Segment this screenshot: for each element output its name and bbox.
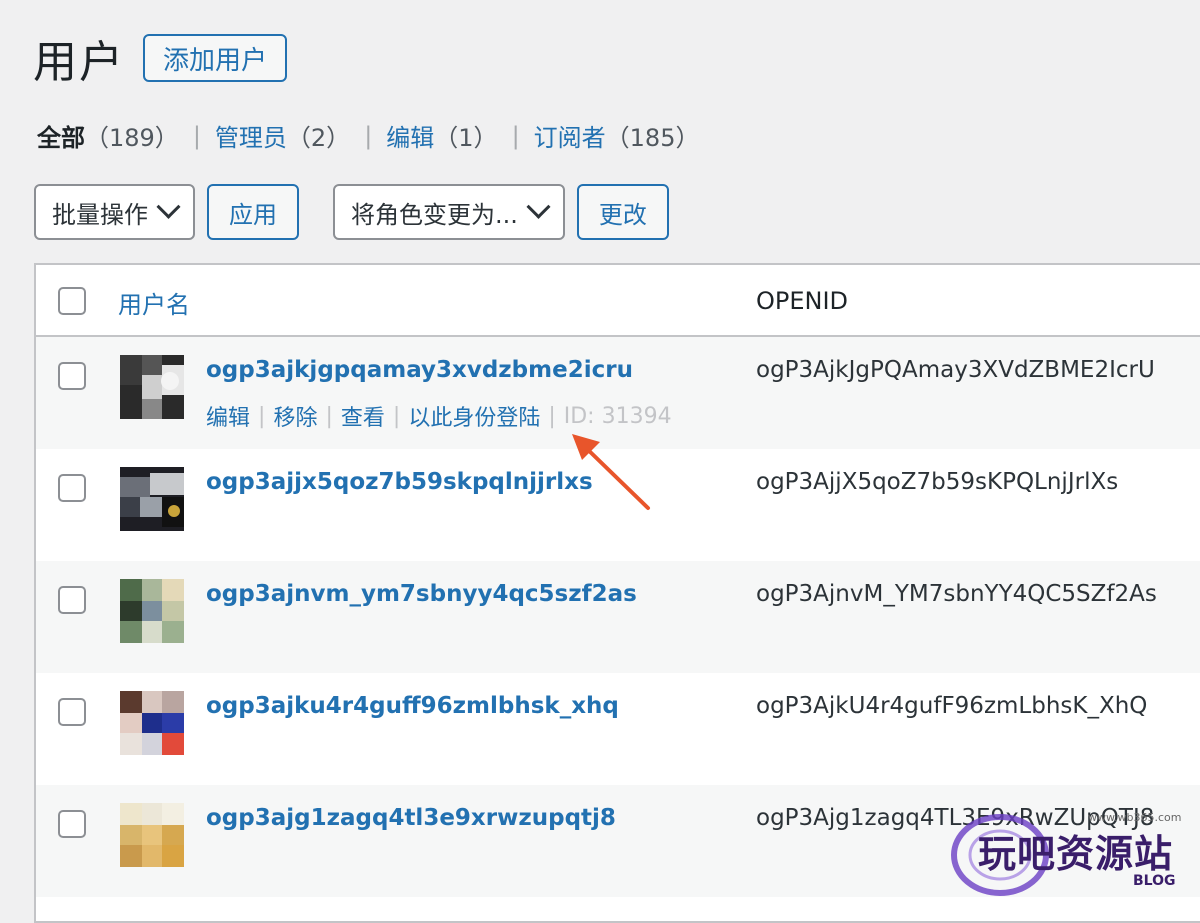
user-id: ID: 31394 [563,403,672,429]
filter-subscriber-count: （185） [605,124,700,152]
view-link[interactable]: 查看 [341,400,385,432]
separator: | [258,403,266,429]
apply-button[interactable]: 应用 [207,184,299,240]
openid-value: ogP3AjkJgPQAmay3XVdZBME2IcrU [756,357,1155,383]
table-row: ogp3ajku4r4guff96zmlbhsk_xhq ogP3AjkU4r4… [36,673,1200,785]
remove-link[interactable]: 移除 [273,400,317,432]
table-row: ogp3ajnvm_ym7sbnyy4qc5szf2as ogP3AjnvM_Y… [36,561,1200,673]
avatar [120,803,184,867]
separator: | [392,403,401,429]
filter-all-label: 全部 [37,124,85,152]
avatar [120,579,184,643]
bulk-actions-select[interactable]: 批量操作 [34,184,195,240]
filter-admin-label: 管理员 [214,124,287,152]
annotation-arrow-icon [572,434,650,510]
change-role-select[interactable]: 将角色变更为... [333,184,565,240]
avatar [120,355,184,419]
change-role-label: 将角色变更为... [351,200,518,229]
bulk-actions-label: 批量操作 [52,200,148,229]
filter-subscriber-label: 订阅者 [533,124,606,152]
filter-admin-count: （2） [286,124,351,152]
role-filters: 全部（189） | 管理员（2） | 编辑（1） | 订阅者（185） [37,118,699,153]
filter-all-count: （189） [85,124,179,152]
filter-editor-count: （1） [434,124,498,152]
username-link[interactable]: ogp3ajku4r4guff96zmlbhsk_xhq [206,693,619,719]
watermark-text: 玩吧资源站 [978,832,1174,876]
column-openid: OPENID [756,287,849,315]
filter-editor[interactable]: 编辑（1） [386,118,497,153]
edit-link[interactable]: 编辑 [206,400,250,432]
table-nav: 批量操作 应用 将角色变更为... 更改 [34,184,669,240]
separator: | [548,403,556,429]
column-username[interactable]: 用户名 [118,285,190,320]
filter-admin[interactable]: 管理员（2） [215,118,350,153]
chevron-down-icon [156,194,181,219]
separator: | [192,121,201,150]
openid-value: ogP3AjkU4r4gufF96zmLbhsK_XhQ [756,693,1148,719]
watermark-blog: BLOG [1133,873,1176,889]
login-as-link[interactable]: 以此身份登陆 [408,400,540,432]
page-title: 用户 [33,37,125,88]
table-header: 用户名 OPENID [36,265,1200,337]
change-button[interactable]: 更改 [576,184,669,240]
separator: | [325,403,333,429]
watermark: www.wb365.com 玩吧资源站 BLOG [948,805,1198,900]
username-link[interactable]: ogp3ajg1zagq4tl3e9xrwzupqtj8 [206,805,616,831]
filter-editor-label: 编辑 [386,124,435,152]
separator: | [511,121,520,150]
filter-subscriber[interactable]: 订阅者（185） [534,118,700,153]
add-user-button[interactable]: 添加用户 [143,34,288,82]
filter-all[interactable]: 全部（189） [37,118,179,153]
username-link[interactable]: ogp3ajnvm_ym7sbnyy4qc5szf2as [206,581,637,607]
row-checkbox[interactable] [58,810,86,838]
row-checkbox[interactable] [58,362,86,390]
separator: | [364,121,373,150]
avatar [120,691,184,755]
title-row: 用户 添加用户 [33,26,288,90]
openid-value: ogP3AjjX5qoZ7b59sKPQLnjJrlXs [756,469,1119,495]
username-link[interactable]: ogp3ajkjgpqamay3xvdzbme2icru [206,357,633,383]
row-checkbox[interactable] [58,474,86,502]
chevron-down-icon [526,194,551,219]
select-all-checkbox[interactable] [58,287,86,315]
row-checkbox[interactable] [58,586,86,614]
username-link[interactable]: ogp3ajjx5qoz7b59skpqlnjjrlxs [206,469,593,495]
openid-value: ogP3AjnvM_YM7sbnYY4QC5SZf2As [756,581,1157,607]
row-actions: 编辑 | 移除 | 查看 | 以此身份登陆 | ID: 31394 [206,400,672,432]
avatar [120,467,184,531]
row-checkbox[interactable] [58,698,86,726]
